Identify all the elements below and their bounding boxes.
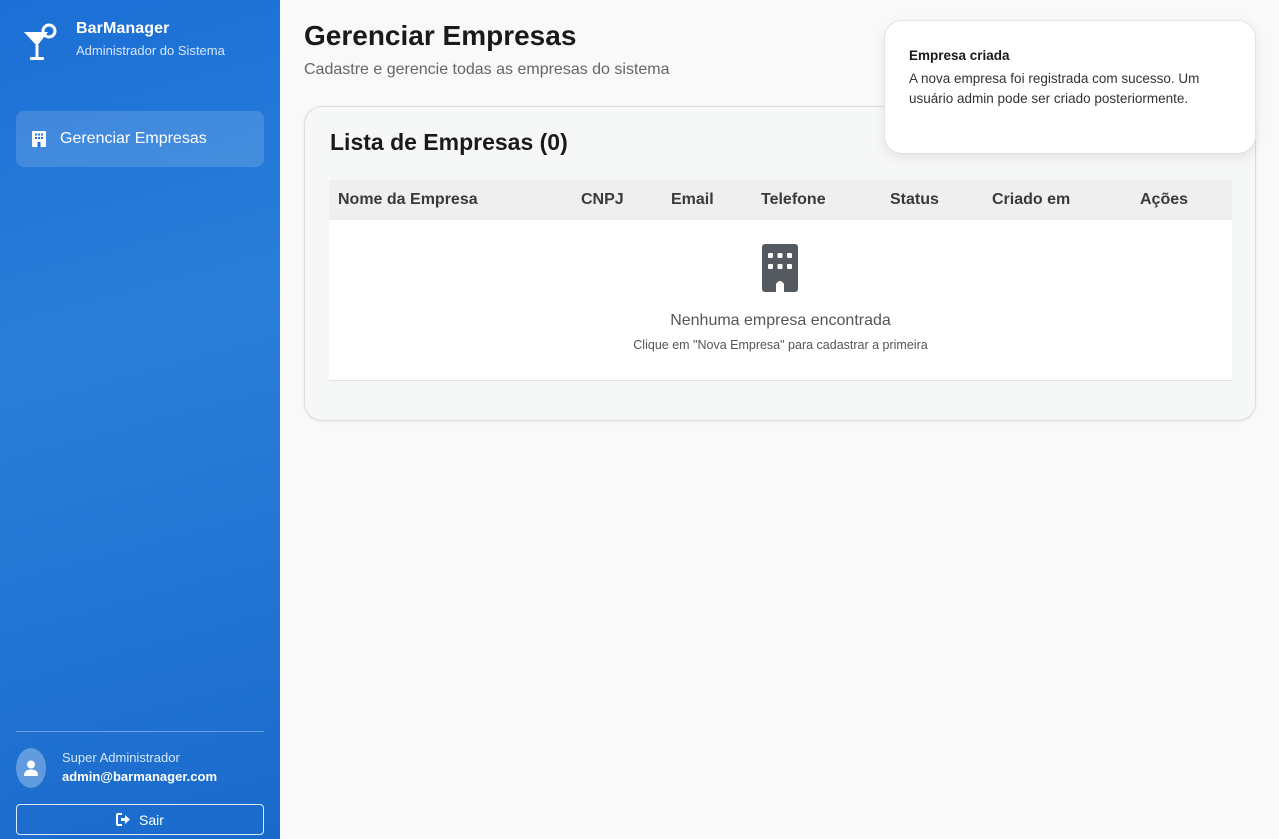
app-subtitle: Administrador do Sistema (76, 43, 225, 58)
building-icon (762, 244, 798, 292)
sidebar-divider (16, 731, 264, 732)
brand-text: BarManager Administrador do Sistema (76, 18, 225, 60)
building-icon (32, 131, 46, 147)
user-text: Super Administrador admin@barmanager.com (62, 749, 217, 787)
card-title: Lista de Empresas (0) (330, 129, 568, 155)
column-header-criado-em: Criado em (992, 191, 1071, 208)
sidebar-item-label: Gerenciar Empresas (60, 130, 207, 147)
user-role: Super Administrador (62, 750, 180, 765)
user-email: admin@barmanager.com (62, 769, 218, 784)
table-header: Nome da Empresa CNPJ Email Telefone Stat… (329, 180, 1232, 220)
toast-notification[interactable]: Empresa criada A nova empresa foi regist… (884, 20, 1256, 154)
user-info: Super Administrador admin@barmanager.com (16, 748, 217, 788)
column-header-nome: Nome da Empresa (338, 191, 478, 208)
column-header-email: Email (671, 191, 714, 208)
empty-state-subtitle: Clique em "Nova Empresa" para cadastrar … (633, 338, 928, 352)
column-header-telefone: Telefone (761, 191, 826, 208)
page-subtitle: Cadastre e gerencie todas as empresas do… (304, 61, 670, 78)
logout-button[interactable]: Sair (16, 804, 264, 835)
app-name: BarManager (76, 20, 170, 37)
toast-title: Empresa criada (909, 48, 1010, 63)
sign-out-icon (116, 813, 131, 826)
brand: BarManager Administrador do Sistema (22, 18, 225, 66)
sidebar: BarManager Administrador do Sistema Gere… (0, 0, 280, 839)
column-header-status: Status (890, 191, 939, 208)
page-title: Gerenciar Empresas (304, 20, 577, 51)
empty-state-title: Nenhuma empresa encontrada (670, 312, 891, 329)
sidebar-item-gerenciar-empresas[interactable]: Gerenciar Empresas (16, 111, 264, 167)
avatar (16, 748, 46, 788)
logout-label: Sair (139, 811, 164, 828)
column-header-acoes: Ações (1140, 191, 1189, 208)
toast-message: A nova empresa foi registrada com sucess… (909, 71, 1200, 106)
empty-state: Nenhuma empresa encontrada Clique em "No… (329, 220, 1232, 381)
column-header-cnpj: CNPJ (581, 191, 624, 208)
user-icon (24, 760, 38, 776)
cocktail-icon (24, 23, 57, 60)
